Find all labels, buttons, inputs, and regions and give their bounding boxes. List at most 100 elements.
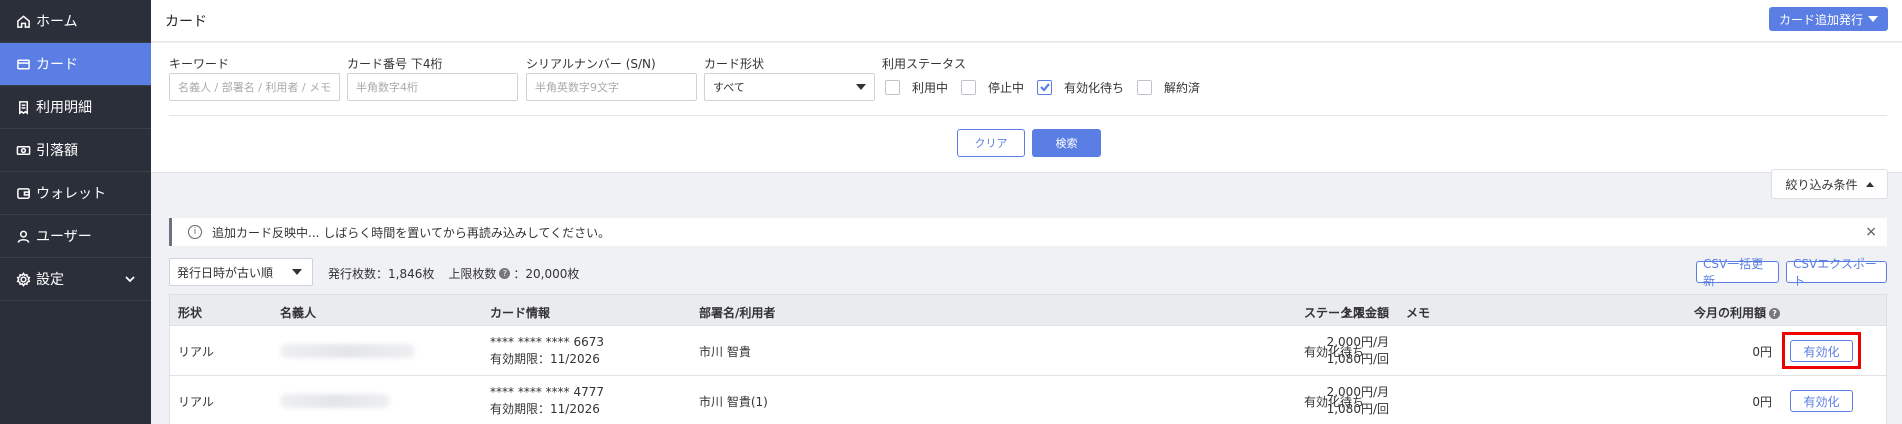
col-usage: 今月の利用額? xyxy=(1694,304,1781,321)
card-form: リアル xyxy=(178,395,214,409)
card-form: リアル xyxy=(178,345,214,359)
caret-down-icon xyxy=(292,269,302,275)
serial-input[interactable]: 半角英数字9文字 xyxy=(526,73,697,101)
keyword-label: キーワード xyxy=(169,57,230,71)
col-memo: メモ xyxy=(1406,306,1431,320)
status-checkbox-pending[interactable]: 有効化待ち xyxy=(1034,79,1124,96)
filter-toggle-button[interactable]: 絞り込み条件 xyxy=(1771,169,1888,199)
card-counts: 発行枚数：1,846枚 上限枚数 ? ：20,000枚 xyxy=(328,265,579,282)
table-row: リアル **** **** **** 4777 有効期限：11/2026 市川 … xyxy=(169,376,1887,424)
checkbox[interactable] xyxy=(961,79,977,95)
filter-toggle-label: 絞り込み条件 xyxy=(1785,177,1858,192)
search-button[interactable]: 検索 xyxy=(1032,129,1101,157)
top-bar: カード カード追加発行 xyxy=(151,0,1902,42)
usage-amount: 0円 xyxy=(1752,395,1772,409)
chevron-down-icon[interactable] xyxy=(123,272,137,290)
activate-button[interactable]: 有効化 xyxy=(1790,390,1853,412)
col-holder: 名義人 xyxy=(280,306,317,320)
holder-name-redacted xyxy=(280,394,390,408)
card-form-label: カード形状 xyxy=(704,57,765,71)
status-checkbox-active[interactable]: 利用中 xyxy=(882,79,948,96)
col-dept-user: 部署名/利用者 xyxy=(699,306,776,320)
keyword-filter: キーワード 名義人 / 部署名 / 利用者 / メモ xyxy=(169,55,340,101)
issued-count: 発行枚数：1,846枚 xyxy=(328,267,435,281)
card-info: **** **** **** 6673 有効期限：11/2026 xyxy=(490,334,604,368)
card-last4-filter: カード番号 下4桁 半角数字4桁 xyxy=(347,55,518,101)
card-form-filter: カード形状 すべて xyxy=(704,55,875,101)
holder-name-redacted xyxy=(280,344,415,358)
sidebar-item-wallet[interactable]: ウォレット xyxy=(0,172,151,215)
add-card-button[interactable]: カード追加発行 xyxy=(1768,7,1888,31)
checkbox-label: 有効化待ち xyxy=(1064,80,1125,95)
close-icon[interactable]: × xyxy=(1865,224,1877,240)
home-icon xyxy=(15,13,31,29)
sidebar-item-home[interactable]: ホーム xyxy=(0,0,151,43)
checkbox-checked[interactable] xyxy=(1037,79,1053,95)
status-filter: 利用ステータス 利用中 停止中 有効化待ち 解約済 xyxy=(882,55,1210,101)
sidebar-item-label: ユーザー xyxy=(36,229,92,245)
col-card-info: カード情報 xyxy=(490,306,551,320)
csv-export-button[interactable]: CSVエクスポート xyxy=(1786,257,1887,288)
checkbox[interactable] xyxy=(1137,79,1153,95)
serial-label: シリアルナンバー (S/N) xyxy=(526,57,656,71)
checkbox-label: 停止中 xyxy=(988,80,1025,95)
status-label: 利用ステータス xyxy=(882,57,967,71)
sidebar-item-withdrawal[interactable]: 引落額 xyxy=(0,129,151,172)
checkbox[interactable] xyxy=(885,79,900,95)
card-number: **** **** **** 4777 xyxy=(490,385,604,399)
gear-icon xyxy=(15,271,31,287)
card-info: **** **** **** 4777 有効期限：11/2026 xyxy=(490,384,604,418)
card-form-value: すべて xyxy=(713,81,745,94)
sidebar-item-settings[interactable]: 設定 xyxy=(0,258,151,301)
card-number: **** **** **** 6673 xyxy=(490,335,604,349)
money-icon xyxy=(15,142,31,158)
status-checkbox-suspended[interactable]: 停止中 xyxy=(958,79,1024,96)
card-expiry: 有効期限：11/2026 xyxy=(490,402,600,416)
sort-select[interactable]: 発行日時が古い順 xyxy=(169,258,313,286)
usage-amount: 0円 xyxy=(1752,345,1772,359)
clear-button[interactable]: クリア xyxy=(957,129,1025,157)
caret-down-icon xyxy=(1868,16,1878,22)
checkbox-label: 解約済 xyxy=(1164,80,1201,95)
dept-user: 市川 智貴(1) xyxy=(699,395,768,409)
keyword-input[interactable]: 名義人 / 部署名 / 利用者 / メモ xyxy=(169,73,340,101)
sidebar: ホーム カード 利用明細 引落額 ウォレット ユーザー 設定 xyxy=(0,0,151,424)
sidebar-item-label: 設定 xyxy=(36,272,64,288)
limit-label: 上限枚数 xyxy=(448,267,497,281)
sidebar-item-label: ホーム xyxy=(36,14,78,30)
status-checkbox-cancelled[interactable]: 解約済 xyxy=(1134,79,1200,96)
notice-text: 追加カード反映中... しばらく時間を置いてから再読み込みしてください。 xyxy=(212,225,611,240)
checkbox-label: 利用中 xyxy=(912,80,949,95)
highlight-box xyxy=(1782,332,1861,369)
caret-down-icon xyxy=(856,84,866,90)
card-last4-input[interactable]: 半角数字4桁 xyxy=(347,73,518,101)
filter-divider xyxy=(169,115,1887,116)
serial-filter: シリアルナンバー (S/N) 半角英数字9文字 xyxy=(526,55,697,101)
user-icon xyxy=(15,228,31,244)
page-title: カード xyxy=(165,14,207,30)
sidebar-item-statement[interactable]: 利用明細 xyxy=(0,86,151,129)
add-card-button-label: カード追加発行 xyxy=(1778,12,1863,27)
card-expiry: 有効期限：11/2026 xyxy=(490,352,600,366)
card-table: 形状 名義人 カード情報 部署名/利用者 上限金額 ステータス メモ 今月の利用… xyxy=(169,294,1887,424)
sidebar-item-user[interactable]: ユーザー xyxy=(0,215,151,258)
help-icon[interactable]: ? xyxy=(1769,308,1781,319)
notice-banner: i 追加カード反映中... しばらく時間を置いてから再読み込みしてください。 × xyxy=(169,218,1887,246)
sidebar-item-label: カード xyxy=(36,57,78,73)
sidebar-item-label: ウォレット xyxy=(36,186,106,202)
status-text: 有効化待ち xyxy=(1304,395,1365,409)
caret-up-icon xyxy=(1865,181,1874,187)
sidebar-item-label: 利用明細 xyxy=(36,100,92,116)
table-row: リアル **** **** **** 6673 有効期限：11/2026 市川 … xyxy=(169,326,1887,376)
sidebar-item-card[interactable]: カード xyxy=(0,43,151,86)
status-text: 有効化待ち xyxy=(1304,345,1365,359)
sidebar-item-label: 引落額 xyxy=(36,143,78,159)
csv-bulk-update-button[interactable]: CSV一括更新 xyxy=(1696,257,1779,288)
limit-value: ：20,000枚 xyxy=(513,267,580,281)
dept-user: 市川 智貴 xyxy=(699,345,751,359)
receipt-icon xyxy=(15,99,31,115)
card-last4-label: カード番号 下4桁 xyxy=(347,57,443,71)
card-form-select[interactable]: すべて xyxy=(704,73,875,101)
col-status: ステータス xyxy=(1304,306,1365,320)
help-icon[interactable]: ? xyxy=(499,268,511,279)
